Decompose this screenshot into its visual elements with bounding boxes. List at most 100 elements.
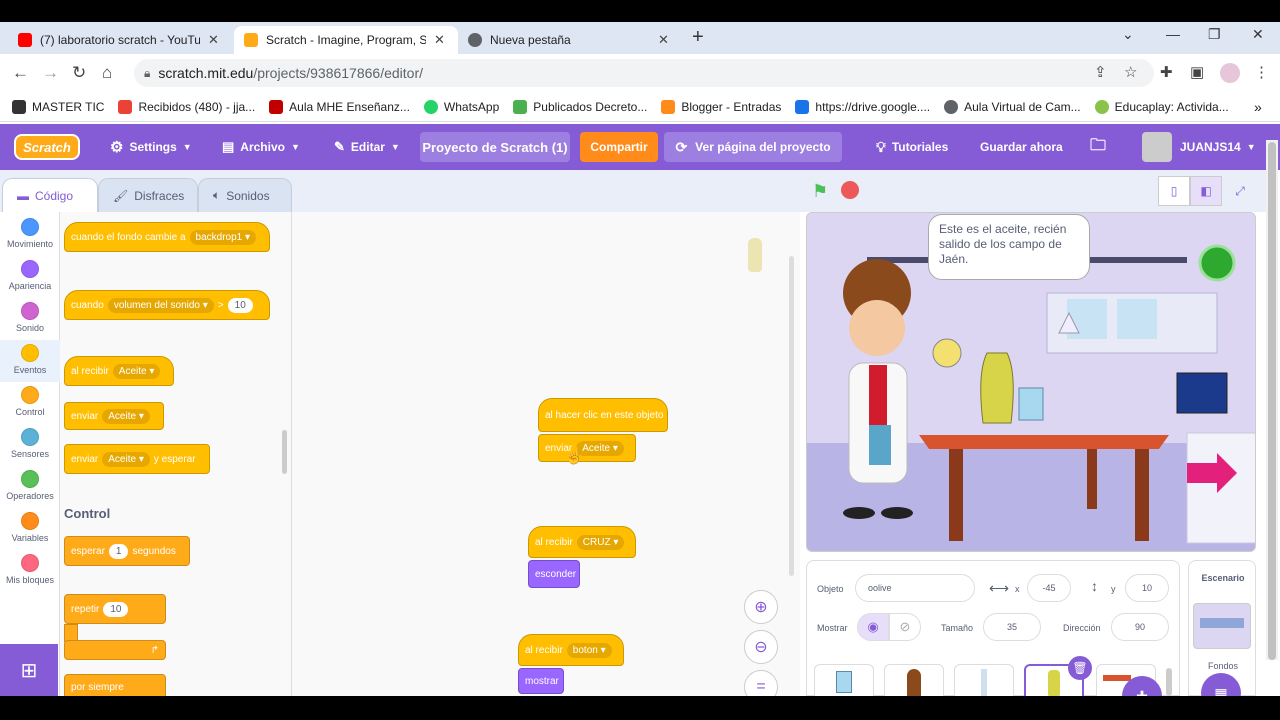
script-area[interactable]: al hacer clic en este objeto enviar Acei… bbox=[292, 212, 800, 704]
profile-avatar[interactable] bbox=[1220, 63, 1240, 83]
script-when-i-receive-boton[interactable]: al recibir boton ▾ bbox=[518, 634, 624, 666]
script-area-scrollbar[interactable] bbox=[789, 256, 794, 576]
block-number-input[interactable]: 10 bbox=[227, 297, 253, 313]
bookmark-item[interactable]: https://drive.google.... bbox=[795, 99, 930, 114]
category-motion[interactable]: Movimiento bbox=[0, 218, 60, 249]
category-operators[interactable]: Operadores bbox=[0, 470, 60, 501]
script-broadcast[interactable]: enviar Aceite ▾ bbox=[538, 434, 636, 462]
x-input[interactable]: -45 bbox=[1027, 574, 1071, 602]
script-show[interactable]: mostrar bbox=[518, 668, 564, 694]
category-sensing[interactable]: Sensores bbox=[0, 428, 60, 459]
palette-block-when-greater-than[interactable]: cuando volumen del sonido ▾ > 10 bbox=[64, 290, 270, 320]
block-dropdown[interactable]: CRUZ ▾ bbox=[576, 534, 625, 550]
block-number-input[interactable]: 1 bbox=[108, 543, 129, 559]
delete-sprite-button[interactable]: 🗑︎ bbox=[1068, 656, 1092, 680]
category-variables[interactable]: Variables bbox=[0, 512, 60, 543]
block-dropdown[interactable]: Aceite ▾ bbox=[112, 363, 161, 379]
category-looks[interactable]: Apariencia bbox=[0, 260, 60, 291]
fullscreen-button[interactable]: ⤢ bbox=[1224, 176, 1256, 206]
stage-selector-panel[interactable]: Escenario Fondos ▦ bbox=[1188, 560, 1256, 713]
normal-stage-button[interactable]: ◧ bbox=[1190, 176, 1222, 206]
block-number-input[interactable]: 10 bbox=[103, 601, 129, 617]
extensions-icon[interactable]: ✚ bbox=[1160, 63, 1173, 81]
account-menu[interactable]: JUANJS14 ▼ bbox=[1180, 124, 1256, 170]
green-flag-icon[interactable]: ⚑ bbox=[812, 181, 828, 202]
browser-tab-scratch[interactable]: Scratch - Imagine, Program, Share ✕ bbox=[234, 26, 458, 54]
bookmark-item[interactable]: Aula Virtual de Cam... bbox=[944, 99, 1081, 114]
bookmark-item[interactable]: Publicados Decreto... bbox=[513, 99, 647, 114]
palette-block-repeat[interactable]: repetir 10 bbox=[64, 594, 166, 624]
palette-block-when-i-receive[interactable]: al recibir Aceite ▾ bbox=[64, 356, 174, 386]
share-icon[interactable]: ⇪ bbox=[1094, 63, 1107, 81]
category-sound[interactable]: Sonido bbox=[0, 302, 60, 333]
close-icon[interactable]: ✕ bbox=[434, 32, 445, 48]
page-scrollbar-thumb[interactable] bbox=[1268, 142, 1276, 660]
tutorials-button[interactable]: 💡︎ Tutoriales bbox=[876, 124, 948, 170]
palette-block-forever[interactable]: por siempre bbox=[64, 674, 166, 696]
home-icon[interactable]: ⌂ bbox=[102, 63, 112, 83]
scratch-logo[interactable]: Scratch bbox=[14, 134, 80, 160]
close-icon[interactable]: ✕ bbox=[658, 32, 669, 48]
bookmark-item[interactable]: Aula MHE Enseñanz... bbox=[269, 99, 410, 114]
palette-block-broadcast[interactable]: enviar Aceite ▾ bbox=[64, 402, 164, 430]
tab-sounds[interactable]: 🔈︎ Sonidos bbox=[198, 178, 292, 212]
forward-icon[interactable]: → bbox=[42, 63, 59, 83]
more-bookmarks-icon[interactable]: » bbox=[1254, 99, 1262, 115]
share-button[interactable]: Compartir bbox=[580, 132, 658, 162]
window-close-icon[interactable]: ✕ bbox=[1252, 26, 1264, 43]
backdrop-thumbnail[interactable] bbox=[1193, 603, 1251, 649]
bookmark-item[interactable]: Blogger - Entradas bbox=[661, 99, 781, 114]
address-bar[interactable]: 🔒︎ scratch.mit.edu /projects/938617866/e… bbox=[134, 59, 1154, 87]
bookmark-item[interactable]: Educaplay: Activida... bbox=[1094, 99, 1229, 114]
browser-tab-new[interactable]: Nueva pestaña ✕ bbox=[458, 26, 684, 54]
zoom-out-button[interactable]: ⊖ bbox=[744, 630, 778, 664]
green-button-sprite[interactable] bbox=[1198, 244, 1236, 282]
star-icon[interactable]: ☆ bbox=[1124, 63, 1137, 81]
palette-block-broadcast-and-wait[interactable]: enviar Aceite ▾ y esperar bbox=[64, 444, 210, 474]
hide-button[interactable]: ⊘ bbox=[889, 613, 921, 641]
block-dropdown[interactable]: Aceite ▾ bbox=[102, 408, 150, 424]
sprite-name-input[interactable]: oolive bbox=[855, 574, 975, 602]
folder-icon[interactable]: 🗀 bbox=[1090, 124, 1106, 170]
see-project-page-button[interactable]: ⟳ Ver página del proyecto bbox=[664, 132, 842, 162]
block-dropdown[interactable]: volumen del sonido ▾ bbox=[107, 297, 214, 313]
menu-kebab-icon[interactable]: ⋮ bbox=[1254, 63, 1269, 81]
tab-search-icon[interactable]: ⌄ bbox=[1122, 26, 1134, 43]
direction-input[interactable]: 90 bbox=[1111, 613, 1169, 641]
back-icon[interactable]: ← bbox=[12, 63, 29, 83]
restore-icon[interactable]: ❐ bbox=[1208, 26, 1221, 43]
new-tab-icon[interactable]: + bbox=[692, 26, 704, 49]
y-input[interactable]: 10 bbox=[1125, 574, 1169, 602]
category-events[interactable]: Eventos bbox=[0, 344, 60, 375]
category-my-blocks[interactable]: Mis bloques bbox=[0, 554, 60, 585]
script-hide[interactable]: esconder bbox=[528, 560, 580, 588]
palette-block-wait[interactable]: esperar 1 segundos bbox=[64, 536, 190, 566]
side-panel-icon[interactable]: ▣ bbox=[1190, 63, 1204, 81]
zoom-in-button[interactable]: ⊕ bbox=[744, 590, 778, 624]
script-when-i-receive-cruz[interactable]: al recibir CRUZ ▾ bbox=[528, 526, 636, 558]
settings-menu[interactable]: ⚙ Settings ▼ bbox=[110, 124, 192, 170]
reload-icon[interactable]: ↻ bbox=[72, 63, 86, 83]
script-when-this-sprite-clicked[interactable]: al hacer clic en este objeto bbox=[538, 398, 668, 432]
sprite-list-scrollbar[interactable] bbox=[1166, 668, 1172, 696]
browser-tab-youtube[interactable]: (7) laboratorio scratch - YouTube ✕ bbox=[8, 26, 234, 54]
palette-scrollbar[interactable] bbox=[282, 430, 287, 474]
bookmark-item[interactable]: WhatsApp bbox=[423, 99, 499, 114]
tab-costumes[interactable]: 🖌︎ Disfraces bbox=[98, 178, 198, 212]
size-input[interactable]: 35 bbox=[983, 613, 1041, 641]
tab-code[interactable]: ▬ Código bbox=[2, 178, 98, 212]
palette-block-when-backdrop-switches[interactable]: cuando el fondo cambie a backdrop1 ▾ bbox=[64, 222, 270, 252]
close-icon[interactable]: ✕ bbox=[208, 32, 219, 48]
bookmark-item[interactable]: MASTER TIC bbox=[12, 99, 104, 114]
block-dropdown[interactable]: Aceite ▾ bbox=[102, 451, 150, 467]
block-dropdown[interactable]: backdrop1 ▾ bbox=[189, 229, 257, 245]
lock-icon[interactable]: 🔒︎ bbox=[144, 66, 150, 81]
add-extension-button[interactable]: ⊞ bbox=[0, 644, 58, 696]
edit-menu[interactable]: ✎ Editar ▼ bbox=[334, 124, 400, 170]
category-control[interactable]: Control bbox=[0, 386, 60, 417]
stop-button[interactable] bbox=[841, 181, 859, 199]
show-visible-button[interactable]: ◉ bbox=[857, 613, 889, 641]
avatar[interactable] bbox=[1142, 132, 1172, 162]
oil-bottle-sprite[interactable] bbox=[980, 352, 1014, 424]
small-stage-button[interactable]: ▯ bbox=[1158, 176, 1190, 206]
